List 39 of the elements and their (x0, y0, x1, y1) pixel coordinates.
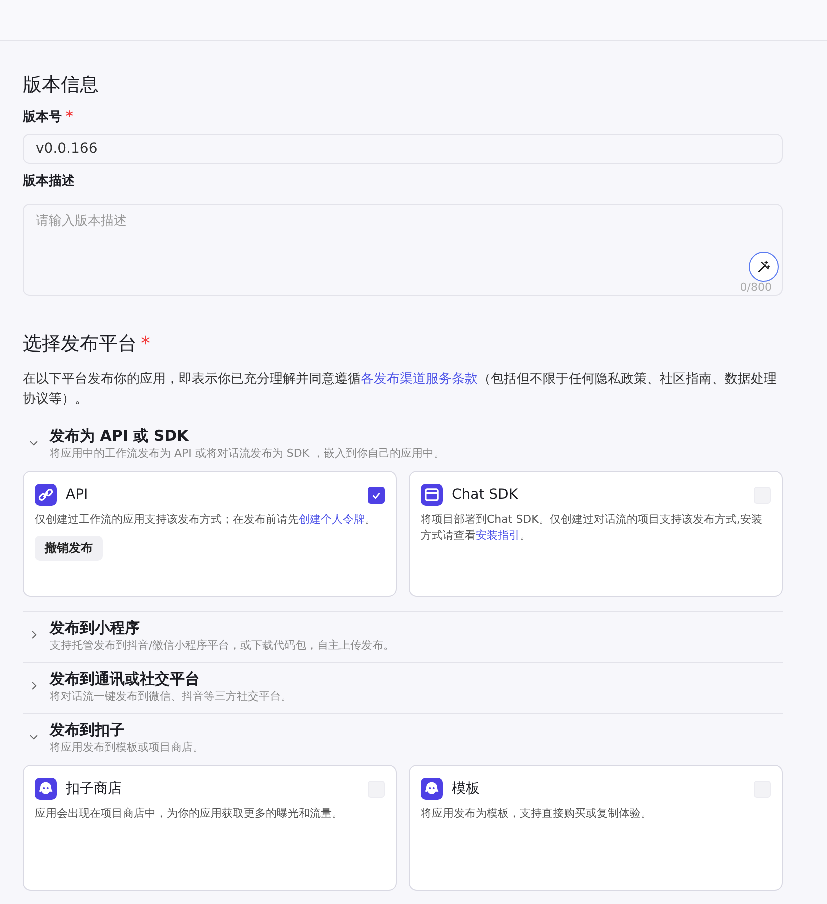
bot-icon (421, 778, 443, 800)
card-description: 应用会出现在项目商店中，为你的应用获取更多的曝光和流量。 (35, 806, 344, 822)
platform-card[interactable]: API 仅创建过工作流的应用支持该发布方式；在发布前请先创建个人令牌。 撤销发布 (23, 471, 397, 597)
section-title: 版本信息 (23, 73, 100, 98)
link[interactable]: 安装指引 (476, 529, 520, 542)
magic-wand-icon (756, 259, 772, 275)
group-description: 将应用发布到模板或项目商店。 (50, 740, 204, 756)
group-description: 支持托管发布到抖音/微信小程序平台，或下载代码包，自主上传发布。 (50, 638, 395, 654)
link[interactable]: 创建个人令牌 (299, 513, 365, 526)
group-description: 将对话流一键发布到微信、抖音等三方社交平台。 (50, 689, 292, 705)
field-label: 版本描述 (23, 174, 75, 189)
card-description: 仅创建过工作流的应用支持该发布方式；在发布前请先创建个人令牌。 (35, 512, 377, 528)
card-title: API (66, 487, 90, 503)
character-counter: 0/800 (740, 281, 772, 294)
required-mark: * (141, 333, 150, 355)
group-description: 将应用中的工作流发布为 API 或将对话流发布为 SDK ，嵌入到你自己的应用中。 (50, 446, 446, 462)
group-title[interactable]: 发布到小程序 (50, 618, 395, 638)
platform-card[interactable]: 扣子商店 应用会出现在项目商店中，为你的应用获取更多的曝光和流量。 (23, 765, 397, 891)
platform-card[interactable]: Chat SDK 将项目部署到Chat SDK。仅创建过对话流的项目支持该发布方式,安装方式请查看安装指引。 (409, 471, 783, 597)
group-title[interactable]: 发布到通讯或社交平台 (50, 669, 292, 689)
card-description: 将项目部署到Chat SDK。仅创建过对话流的项目支持该发布方式,安装方式请查看安装指引。 (421, 512, 764, 544)
notice-text: 在以下平台发布你的应用，即表示你已充分理解并同意遵循各发布渠道服务条款（包括但不限于任何隐私政策、社区指南、数据处理协议等）。 (23, 371, 778, 409)
card-title: 扣子商店 (66, 780, 123, 798)
card-description: 将应用发布为模板，支持直接购买或复制体验。 (421, 806, 653, 822)
platform-card[interactable]: 模板 将应用发布为模板，支持直接购买或复制体验。 (409, 765, 783, 891)
field-label: 版本号 (23, 110, 62, 125)
checkbox[interactable] (368, 486, 385, 504)
link[interactable]: 各发布渠道服务条款 (361, 372, 478, 387)
section-title: 选择发布平台 (23, 333, 137, 355)
required-mark: * (66, 109, 74, 125)
bot-icon (35, 778, 57, 800)
group-title[interactable]: 发布到扣子 (50, 720, 204, 740)
card-title: Chat SDK (452, 487, 520, 503)
version-input[interactable]: v0.0.166 (23, 134, 783, 164)
window-icon (421, 484, 443, 506)
link-icon (35, 484, 57, 506)
card-title: 模板 (452, 780, 481, 798)
unpublish-button[interactable]: 撤销发布 (35, 536, 103, 561)
group-title[interactable]: 发布为 API 或 SDK (50, 426, 446, 446)
